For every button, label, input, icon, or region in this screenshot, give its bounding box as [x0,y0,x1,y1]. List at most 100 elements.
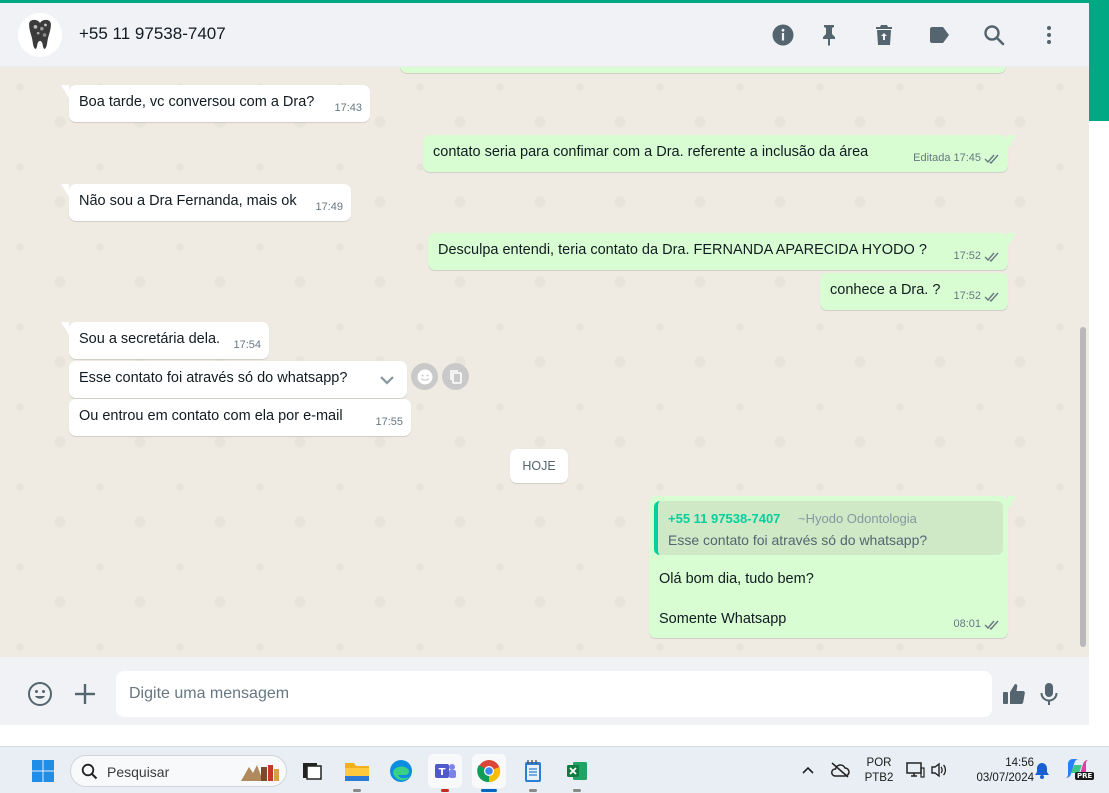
teams-icon: T [435,764,456,778]
delete-icon[interactable] [868,19,900,51]
taskbar-search[interactable]: Pesquisar [70,755,287,787]
message-time: 17:55 [375,416,403,428]
chevron-up-icon[interactable] [801,764,815,776]
chevron-down-icon[interactable] [375,368,399,392]
copilot-button[interactable]: PRE [1064,756,1095,784]
quoted-author: +55 11 97538-7407 [668,511,781,526]
message-bubble-incoming[interactable]: Sou a secretária dela. 17:54 [61,322,269,359]
message-meta: Editada 17:45 [913,149,1000,168]
microphone-icon[interactable] [1034,679,1064,709]
clock[interactable]: 14:56 03/07/2024 [958,756,1034,786]
message-time: 17:45 [953,152,981,164]
windows-start-icon[interactable] [31,759,55,783]
quoted-text: Esse contato foi através só do whatsapp? [668,532,928,548]
react-emoji-button[interactable] [411,363,438,390]
message-time: 08:01 [953,618,981,630]
edge-browser-button[interactable] [384,754,418,788]
task-view-icon [303,763,322,780]
message-text: Desculpa entendi, teria contato da Dra. … [438,242,927,258]
message-bubble-outgoing[interactable]: Desculpa entendi, teria contato da Dra. … [428,233,1016,270]
folder-icon [345,763,369,781]
chrome-button[interactable] [472,754,506,792]
double-check-icon [984,153,1000,164]
menu-icon[interactable] [1033,19,1065,51]
emoji-icon[interactable] [25,679,55,709]
copy-button[interactable] [442,363,469,390]
search-label: Pesquisar [107,764,170,780]
message-meta: 08:01 [953,615,1000,634]
contact-name[interactable]: +55 11 97538-7407 [79,24,226,44]
volume-icon[interactable] [930,762,948,778]
message-bubble-incoming[interactable]: Não sou a Dra Fernanda, mais ok 17:49 [61,184,351,221]
copy-icon [449,369,462,384]
double-check-icon [984,619,1000,630]
teams-button[interactable]: T [428,754,462,792]
clock-date: 03/07/2024 [976,772,1034,784]
scrollbar[interactable] [1080,327,1086,647]
quoted-pushname: ~Hyodo Odontologia [798,511,917,526]
message-composer [0,657,1089,725]
message-text-line: Olá bom dia, tudo bem? [659,571,814,587]
chrome-icon [477,760,501,783]
notepad-button[interactable] [516,754,550,792]
avatar[interactable] [18,13,62,57]
message-text: Sou a secretária dela. [79,331,221,347]
message-list[interactable]: Boa tarde, vc conversou com a Dra? 17:43… [0,67,1089,657]
tooth-logo-icon [29,19,51,49]
message-time: 17:49 [315,201,343,213]
clock-time: 14:56 [1005,757,1034,769]
input-language[interactable]: POR PTB2 [862,756,896,786]
svg-text:T: T [439,767,446,778]
message-text: conhece a Dra. ? [830,282,941,298]
double-check-icon [984,251,1000,262]
task-view-button[interactable] [295,754,329,788]
message-time: 17:43 [334,102,362,114]
message-text: contato seria para confimar com a Dra. r… [433,144,869,160]
edited-label: Editada [913,152,951,164]
window-edge [1089,3,1109,725]
date-divider: HOJE [510,449,568,483]
cloud-offline-icon[interactable] [830,761,850,779]
network-icon[interactable] [906,761,926,779]
message-meta: 17:52 [953,287,1000,306]
message-bubble-outgoing[interactable]: conhece a Dra. ? 17:52 [820,273,1008,310]
search-icon [81,763,98,780]
smiley-icon [417,369,432,384]
edge-icon [390,760,412,782]
message-input[interactable] [116,671,992,717]
windows-taskbar: Pesquisar T POR PTB2 14:56 03/07/2024 PR… [0,746,1109,793]
excel-icon [567,762,587,780]
message-text: Ou entrou em contato com ela por e-mail [79,408,343,424]
double-check-icon [984,291,1000,302]
attach-plus-icon[interactable] [70,679,100,709]
quoted-message[interactable]: +55 11 97538-7407 ~Hyodo Odontologia Ess… [654,501,1003,555]
message-text: Boa tarde, vc conversou com a Dra? [79,94,315,110]
label-icon[interactable] [923,19,955,51]
message-bubble-incoming[interactable]: Boa tarde, vc conversou com a Dra? 17:43 [61,85,370,122]
message-meta: 17:52 [953,247,1000,266]
chat-header: +55 11 97538-7407 [0,3,1089,67]
message-time: 17:54 [233,339,261,351]
excel-button[interactable] [560,754,594,792]
message-time: 17:52 [953,250,981,262]
file-explorer-button[interactable] [340,754,374,792]
pin-icon[interactable] [813,19,845,51]
info-icon[interactable] [767,19,799,51]
message-bubble-partial [400,67,1006,73]
message-bubble-outgoing[interactable]: contato seria para confimar com a Dra. r… [423,135,1016,172]
reply-message-bubble[interactable]: +55 11 97538-7407 ~Hyodo Odontologia Ess… [649,496,1016,638]
message-text: Esse contato foi através só do whatsapp? [79,370,348,386]
search-highlight-icon [241,765,279,781]
message-text-line: Somente Whatsapp [659,611,787,627]
message-bubble-incoming[interactable]: Ou entrou em contato com ela por e-mail … [69,399,411,436]
thumbs-up-icon[interactable] [999,679,1029,709]
preview-badge: PRE [1075,772,1095,780]
message-hover-tools [411,363,469,390]
notepad-icon [525,760,541,782]
message-bubble-incoming-hovered[interactable]: Esse contato foi através só do whatsapp? [69,361,407,398]
message-time: 17:52 [953,290,981,302]
notification-bell-icon[interactable] [1033,761,1051,780]
message-text: Não sou a Dra Fernanda, mais ok [79,193,297,209]
whatsapp-chat-window: +55 11 97538-7407 Boa tarde, vc converso… [0,3,1089,725]
search-icon[interactable] [978,19,1010,51]
